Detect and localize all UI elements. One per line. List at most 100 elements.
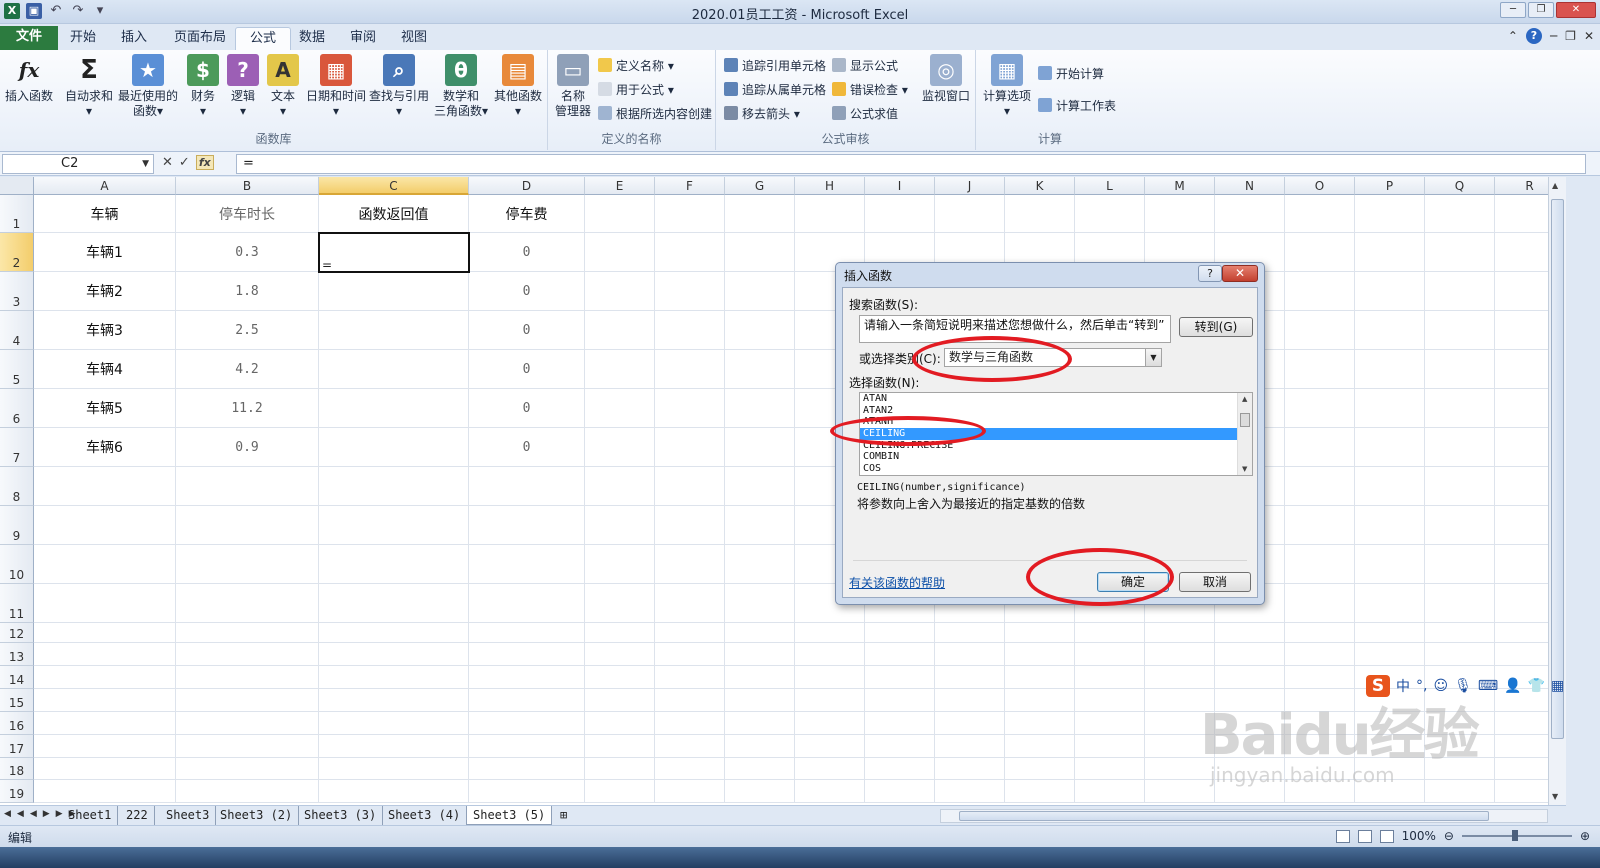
- cell[interactable]: [655, 758, 725, 780]
- cell[interactable]: [655, 506, 725, 545]
- cell[interactable]: [1005, 780, 1075, 803]
- column-header-n[interactable]: N: [1215, 177, 1285, 195]
- cell[interactable]: [469, 666, 585, 689]
- fee-cell[interactable]: 0: [469, 272, 585, 311]
- cell[interactable]: [1495, 780, 1548, 803]
- sheet-tab[interactable]: Sheet3 (4): [382, 806, 468, 825]
- tab-formulas[interactable]: 公式: [235, 27, 292, 50]
- cell[interactable]: [319, 758, 469, 780]
- cell[interactable]: [725, 735, 795, 758]
- cell[interactable]: [935, 643, 1005, 666]
- row-header-4[interactable]: 4: [0, 311, 34, 350]
- remove-arrows-button[interactable]: 移去箭头 ▾: [724, 104, 800, 124]
- cell[interactable]: [1285, 712, 1355, 735]
- cell[interactable]: [1005, 712, 1075, 735]
- cell[interactable]: [1145, 666, 1215, 689]
- cell[interactable]: [725, 643, 795, 666]
- zoom-out-icon[interactable]: ⊖: [1444, 829, 1454, 843]
- cell[interactable]: [585, 780, 655, 803]
- cell[interactable]: [1355, 311, 1425, 350]
- cell[interactable]: [655, 584, 725, 623]
- column-header-b[interactable]: B: [176, 177, 319, 195]
- function-list-item[interactable]: CEILING: [860, 428, 1252, 440]
- column-header-o[interactable]: O: [1285, 177, 1355, 195]
- cell[interactable]: [1425, 233, 1495, 272]
- cell[interactable]: [469, 643, 585, 666]
- cell[interactable]: [725, 311, 795, 350]
- cell[interactable]: [1355, 467, 1425, 506]
- error-checking-button[interactable]: 错误检查 ▾: [832, 80, 908, 100]
- cell[interactable]: [1285, 350, 1355, 389]
- cell[interactable]: [1215, 623, 1285, 643]
- cell[interactable]: [1285, 584, 1355, 623]
- cell[interactable]: [319, 623, 469, 643]
- cell[interactable]: [1075, 195, 1145, 233]
- cell[interactable]: [34, 712, 176, 735]
- minimize-icon[interactable]: ─: [1500, 2, 1526, 18]
- list-up-icon[interactable]: ▲: [1242, 395, 1247, 403]
- cell[interactable]: [655, 666, 725, 689]
- cell[interactable]: [1145, 643, 1215, 666]
- cell[interactable]: [655, 780, 725, 803]
- cell[interactable]: [725, 389, 795, 428]
- cell[interactable]: [469, 712, 585, 735]
- more-functions-button[interactable]: ▤ 其他函数 ▾: [490, 54, 546, 119]
- cell[interactable]: [655, 623, 725, 643]
- cell[interactable]: [176, 758, 319, 780]
- cell[interactable]: [795, 666, 865, 689]
- cell[interactable]: [655, 643, 725, 666]
- function-list[interactable]: ATAN ATAN2 ATANH CEILING CEILING.PRECISE COMB…: [859, 392, 1253, 476]
- sheet-tab[interactable]: Sheet1: [62, 806, 119, 825]
- cell[interactable]: [1075, 780, 1145, 803]
- cell[interactable]: [725, 666, 795, 689]
- cell[interactable]: [1425, 712, 1495, 735]
- ribbon-collapse-icon[interactable]: ⌃: [1508, 29, 1518, 43]
- cell[interactable]: [1145, 758, 1215, 780]
- row-header-18[interactable]: 18: [0, 758, 34, 780]
- row-header-11[interactable]: 11: [0, 584, 34, 623]
- function-list-item[interactable]: ATAN2: [860, 405, 1252, 417]
- vehicle-cell[interactable]: 车辆6: [34, 428, 176, 467]
- cell[interactable]: [655, 195, 725, 233]
- column-header-c[interactable]: C: [319, 177, 469, 195]
- cell[interactable]: [585, 195, 655, 233]
- cell[interactable]: [1285, 643, 1355, 666]
- cell[interactable]: [34, 689, 176, 712]
- scroll-up-icon[interactable]: ▲: [1552, 181, 1558, 190]
- cell[interactable]: [725, 350, 795, 389]
- cell[interactable]: [319, 545, 469, 584]
- page-layout-view-icon[interactable]: [1357, 829, 1372, 843]
- cell[interactable]: [1285, 758, 1355, 780]
- define-name-button[interactable]: 定义名称 ▾: [598, 56, 674, 76]
- cell[interactable]: [655, 545, 725, 584]
- cell[interactable]: [1495, 195, 1548, 233]
- cell[interactable]: [1215, 780, 1285, 803]
- column-header-h[interactable]: H: [795, 177, 865, 195]
- cell[interactable]: [1425, 623, 1495, 643]
- cell[interactable]: [1215, 712, 1285, 735]
- cell[interactable]: [1495, 584, 1548, 623]
- cell[interactable]: [655, 428, 725, 467]
- return-value-cell[interactable]: [319, 311, 469, 350]
- cell[interactable]: [585, 689, 655, 712]
- cell[interactable]: [1355, 233, 1425, 272]
- cell[interactable]: [1425, 195, 1495, 233]
- cell[interactable]: [319, 584, 469, 623]
- sheet-tab[interactable]: Sheet3 (3): [298, 806, 384, 825]
- row-header-19[interactable]: 19: [0, 780, 34, 803]
- cell[interactable]: [725, 623, 795, 643]
- row-header-8[interactable]: 8: [0, 467, 34, 506]
- column-header-p[interactable]: P: [1355, 177, 1425, 195]
- row-header-13[interactable]: 13: [0, 643, 34, 666]
- cell[interactable]: [34, 506, 176, 545]
- cell[interactable]: [1425, 389, 1495, 428]
- cell[interactable]: [865, 712, 935, 735]
- cell[interactable]: [469, 623, 585, 643]
- tab-file[interactable]: 文件: [0, 26, 59, 50]
- cell[interactable]: [1005, 666, 1075, 689]
- function-list-item[interactable]: COS: [860, 463, 1252, 475]
- cell[interactable]: [585, 467, 655, 506]
- fee-cell[interactable]: 0: [469, 389, 585, 428]
- cell[interactable]: [865, 758, 935, 780]
- cell[interactable]: [935, 712, 1005, 735]
